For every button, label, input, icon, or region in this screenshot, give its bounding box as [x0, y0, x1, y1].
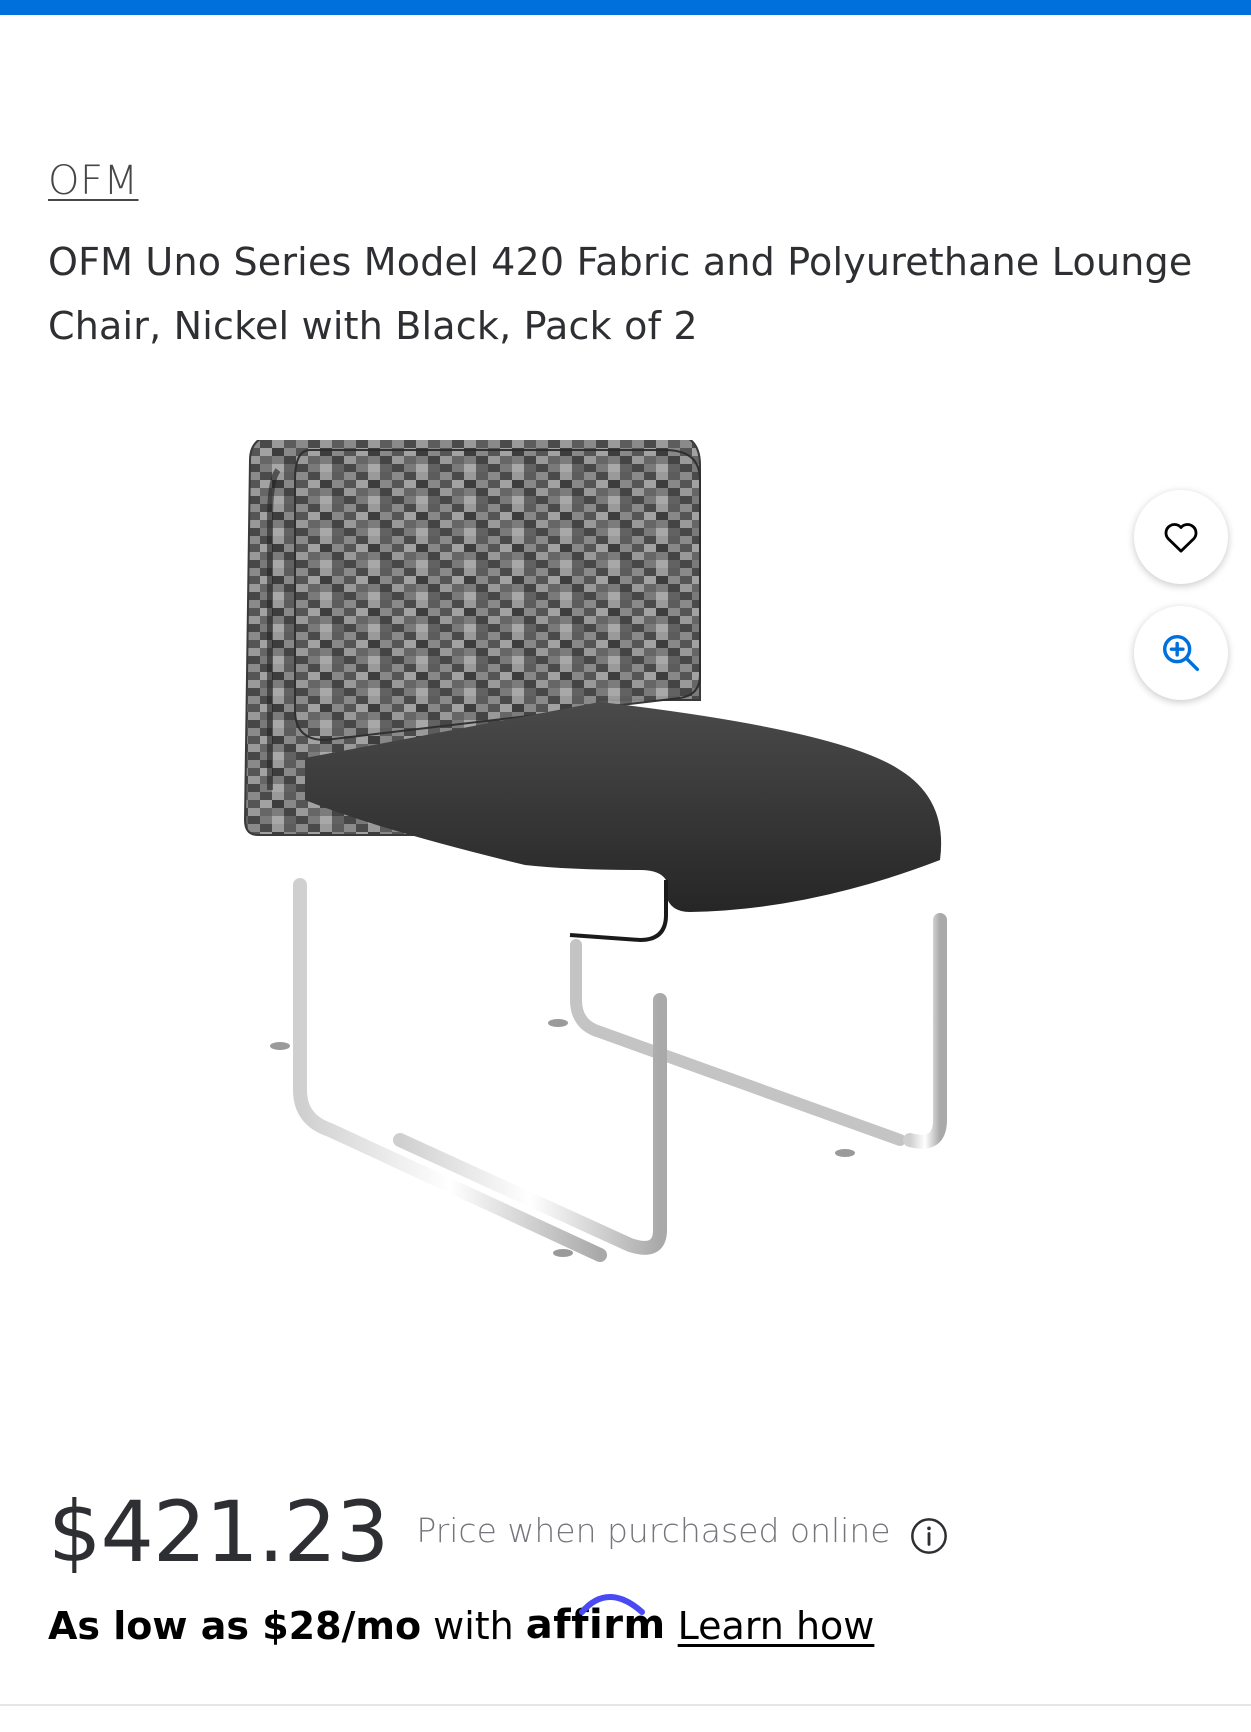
top-accent-bar	[0, 0, 1251, 15]
financing-amount: As low as $28/mo	[48, 1604, 422, 1648]
product-image[interactable]	[200, 433, 1100, 1360]
price-section: $421.23 Price when purchased online	[48, 1490, 949, 1574]
affirm-arc-icon	[578, 1594, 645, 1615]
brand-link[interactable]: OFM	[48, 158, 139, 204]
learn-how-link[interactable]: Learn how	[678, 1604, 875, 1648]
heart-icon	[1161, 517, 1201, 557]
financing-with-text: with	[433, 1604, 514, 1648]
zoom-button[interactable]	[1134, 606, 1228, 700]
zoom-in-icon	[1158, 630, 1204, 676]
section-divider	[0, 1704, 1251, 1706]
affirm-logo: affirm	[526, 1594, 666, 1648]
favorite-button[interactable]	[1134, 490, 1228, 584]
info-icon[interactable]	[909, 1516, 949, 1556]
price: $421.23	[48, 1483, 389, 1581]
price-note: Price when purchased online	[416, 1511, 891, 1550]
lounge-chair-illustration	[243, 433, 947, 1262]
financing-offer: As low as $28/mo with affirm Learn how	[48, 1594, 875, 1648]
product-title: OFM Uno Series Model 420 Fabric and Poly…	[48, 240, 1193, 348]
